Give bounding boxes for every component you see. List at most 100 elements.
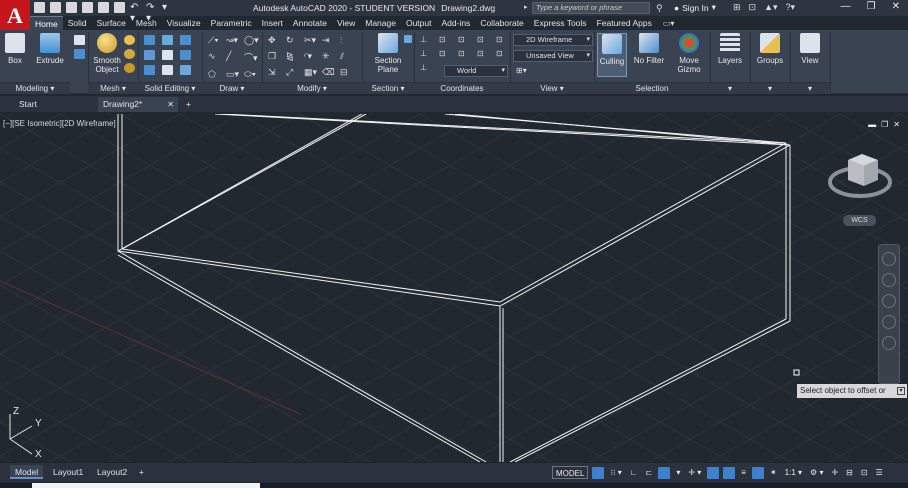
binoculars-icon[interactable]: ⚲ bbox=[656, 3, 663, 14]
panel-title-modeling[interactable]: Modeling ▾ bbox=[0, 82, 70, 94]
ucs-origin-icon[interactable]: ⊡ bbox=[439, 35, 450, 44]
workspace-switch-icon[interactable]: ⚙ ▾ bbox=[808, 466, 825, 479]
shell-icon[interactable] bbox=[180, 50, 191, 60]
tab-parametric[interactable]: Parametric bbox=[206, 16, 257, 30]
array-icon[interactable]: ▦▾ bbox=[304, 67, 318, 78]
save-icon[interactable] bbox=[66, 2, 77, 13]
extract-edges-icon[interactable] bbox=[144, 65, 155, 75]
3d-osnap-icon[interactable] bbox=[723, 466, 736, 479]
add-layout-button[interactable]: + bbox=[134, 465, 149, 479]
arc-icon[interactable]: ⌒▾ bbox=[244, 51, 258, 64]
ucs-x-icon[interactable]: ⊡ bbox=[458, 35, 469, 44]
snap-toggle-icon[interactable]: ⁝⁝ ▾ bbox=[608, 466, 623, 479]
tab-express-tools[interactable]: Express Tools bbox=[529, 16, 592, 30]
file-tab-start[interactable]: Start bbox=[14, 97, 94, 112]
ucs-zaxis-icon[interactable]: ⊡ bbox=[496, 49, 507, 58]
close-tab-icon[interactable]: ✕ bbox=[167, 97, 174, 112]
tab-visualize[interactable]: Visualize bbox=[162, 16, 206, 30]
viewport-minimize-icon[interactable]: ▬ bbox=[868, 120, 876, 129]
lineweight-icon[interactable]: ≡ bbox=[739, 466, 748, 479]
presspull-icon[interactable] bbox=[74, 49, 85, 59]
close-icon[interactable]: ✕ bbox=[892, 1, 900, 12]
restore-icon[interactable]: ❐ bbox=[867, 1, 876, 12]
layout-tab-layout2[interactable]: Layout2 bbox=[92, 465, 132, 479]
panel-title-solid-editing[interactable]: Solid Editing ▾ bbox=[138, 82, 202, 94]
annotation-visibility-icon[interactable] bbox=[751, 466, 764, 479]
section-plane-button[interactable]: Section Plane bbox=[370, 33, 406, 74]
view-button[interactable]: View bbox=[795, 33, 825, 65]
save-as-icon[interactable] bbox=[82, 2, 93, 13]
extend-icon[interactable]: ⇥ bbox=[322, 35, 336, 46]
interfere-icon[interactable] bbox=[144, 50, 155, 60]
web-mobile-icon[interactable] bbox=[98, 2, 109, 13]
smooth-more-icon[interactable] bbox=[124, 35, 135, 45]
panel-title-coordinates[interactable]: Coordinates bbox=[414, 82, 510, 94]
mirror-icon[interactable]: ⧎ bbox=[286, 51, 300, 62]
annotation-scale-button[interactable]: 1:1 ▾ bbox=[783, 466, 804, 479]
viewport-controls-label[interactable]: [−][SE Isometric][2D Wireframe] bbox=[3, 119, 116, 128]
ribbon-display-toggle-icon[interactable]: ▭▾ bbox=[663, 19, 675, 28]
drawing-viewport[interactable]: Z Y X [−][SE Isometric][2D Wireframe] ▬ … bbox=[0, 114, 908, 462]
rectangle-icon[interactable]: ▭▾ bbox=[226, 69, 240, 80]
tab-mesh[interactable]: Mesh bbox=[131, 16, 162, 30]
ucs-face-icon[interactable]: ⊡ bbox=[458, 49, 469, 58]
units-icon[interactable]: ⊟ bbox=[844, 466, 855, 479]
refine-mesh-icon[interactable] bbox=[124, 63, 135, 73]
polygon-icon[interactable]: ⬠ bbox=[208, 69, 222, 80]
intersect-icon[interactable] bbox=[180, 35, 191, 45]
search-input[interactable]: Type a keyword or phrase bbox=[532, 2, 650, 14]
viewport-close-icon[interactable]: ✕ bbox=[893, 120, 900, 129]
smooth-less-icon[interactable] bbox=[124, 49, 135, 59]
auto-scale-icon[interactable]: ✶ bbox=[768, 466, 779, 479]
copy-icon[interactable]: ❐ bbox=[268, 51, 282, 62]
ucs-view-icon[interactable]: ⊥ bbox=[420, 49, 431, 58]
panel-title-modify[interactable]: Modify ▾ bbox=[262, 82, 362, 94]
viewport-restore-icon[interactable]: ❐ bbox=[881, 120, 888, 129]
ucs-z-icon[interactable]: ⊡ bbox=[496, 35, 507, 44]
groups-button[interactable]: Groups bbox=[755, 33, 785, 65]
ortho-toggle-icon[interactable]: ⊏ bbox=[644, 466, 655, 479]
smooth-object-button[interactable]: Smooth Object bbox=[90, 33, 124, 74]
ucs-dropdown[interactable]: World bbox=[444, 65, 508, 77]
xline-icon[interactable]: ╱ bbox=[226, 51, 240, 64]
isodraft-icon[interactable]: ▾ bbox=[674, 466, 682, 479]
erase-icon[interactable]: ⌫ bbox=[322, 67, 336, 78]
viewport-config-icon[interactable]: ⊞▾ bbox=[516, 66, 527, 75]
zoom-extents-icon[interactable] bbox=[882, 294, 896, 308]
help-icon[interactable]: ?▾ bbox=[786, 2, 796, 13]
slice-icon[interactable] bbox=[162, 50, 173, 60]
ucs-object-icon[interactable]: ⊡ bbox=[439, 49, 450, 58]
new-tab-button[interactable]: + bbox=[184, 97, 198, 112]
trim-icon[interactable]: ✂▾ bbox=[304, 35, 318, 46]
layout-tab-layout1[interactable]: Layout1 bbox=[48, 465, 88, 479]
open-icon[interactable] bbox=[50, 2, 61, 13]
showmotion-icon[interactable] bbox=[882, 336, 896, 350]
ucs-3point-icon[interactable]: ⊡ bbox=[477, 49, 488, 58]
panel-title-selection[interactable]: Selection bbox=[594, 82, 710, 94]
polar-tracking-icon[interactable] bbox=[658, 466, 671, 479]
tab-solid[interactable]: Solid bbox=[63, 16, 92, 30]
tab-view[interactable]: View bbox=[332, 16, 360, 30]
ucs-y-icon[interactable]: ⊡ bbox=[477, 35, 488, 44]
tab-collaborate[interactable]: Collaborate bbox=[475, 16, 528, 30]
customize-qat-icon[interactable]: ▾ bbox=[162, 2, 173, 13]
infer-constraints-icon[interactable]: ∟ bbox=[628, 466, 640, 479]
explode-icon[interactable]: ✳ bbox=[322, 51, 336, 62]
layout-tab-model[interactable]: Model bbox=[10, 465, 44, 479]
tab-annotate[interactable]: Annotate bbox=[288, 16, 332, 30]
wcs-menu[interactable]: WCS bbox=[843, 215, 876, 226]
tab-output[interactable]: Output bbox=[401, 16, 437, 30]
culling-button[interactable]: Culling bbox=[597, 33, 627, 77]
tooltip-options-icon[interactable]: ▾ bbox=[897, 387, 905, 395]
rotate-icon[interactable]: ↻ bbox=[286, 35, 300, 46]
line-icon[interactable]: ⟋▾ bbox=[208, 35, 222, 46]
panel-title-layers-expand[interactable]: ▾ bbox=[710, 82, 750, 94]
tab-surface[interactable]: Surface bbox=[92, 16, 131, 30]
tab-add-ins[interactable]: Add-ins bbox=[436, 16, 475, 30]
undo-icon[interactable]: ↶ ▾ bbox=[130, 2, 141, 24]
steering-wheel-icon[interactable] bbox=[882, 252, 896, 266]
spline-icon[interactable]: ∿ bbox=[208, 51, 222, 64]
viewcube[interactable] bbox=[828, 154, 892, 198]
subtract-icon[interactable] bbox=[162, 35, 173, 45]
ellipse-icon[interactable]: ⬭▾ bbox=[244, 69, 258, 80]
